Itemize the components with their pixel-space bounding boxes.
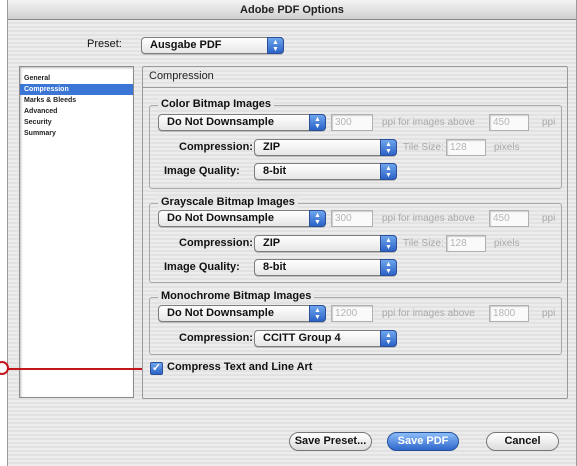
- gray-group-title: Grayscale Bitmap Images: [158, 196, 298, 208]
- gray-downsample-value: Do Not Downsample: [167, 212, 274, 224]
- color-downsample-value: Do Not Downsample: [167, 116, 274, 128]
- monochrome-bitmap-group: Monochrome Bitmap Images Do Not Downsamp…: [149, 290, 562, 355]
- gray-compression-label: Compression:: [179, 237, 253, 249]
- chevron-updown-icon: ▲ ▼: [309, 114, 326, 131]
- preset-label: Preset:: [87, 38, 122, 50]
- color-tile-label: Tile Size:: [403, 142, 444, 153]
- gray-downsample-dropdown[interactable]: Do Not Downsample ▲ ▼: [158, 210, 326, 227]
- sidebar-item-summary[interactable]: Summary: [20, 128, 133, 139]
- gray-above-field[interactable]: 450: [489, 210, 529, 227]
- color-resolution-field[interactable]: 300: [331, 114, 373, 131]
- mono-downsample-dropdown[interactable]: Do Not Downsample ▲ ▼: [158, 305, 326, 322]
- preset-value: Ausgabe PDF: [150, 39, 222, 51]
- gray-resolution-field[interactable]: 300: [331, 210, 373, 227]
- chevron-updown-icon: ▲ ▼: [380, 259, 397, 276]
- chevron-updown-icon: ▲ ▼: [380, 139, 397, 156]
- callout-line: [4, 368, 142, 370]
- gray-compression-dropdown[interactable]: ZIP ▲ ▼: [254, 235, 397, 252]
- save-preset-button[interactable]: Save Preset...: [289, 432, 372, 451]
- color-ppi-above-label: ppi for images above: [382, 117, 475, 128]
- gray-quality-value: 8-bit: [263, 261, 287, 273]
- mono-resolution-field[interactable]: 1200: [331, 305, 373, 322]
- panel-divider: [143, 87, 567, 88]
- window-title: Adobe PDF Options: [8, 0, 576, 20]
- chevron-updown-icon: ▲ ▼: [380, 330, 397, 347]
- chevron-updown-icon: ▲ ▼: [380, 235, 397, 252]
- color-ppi-unit: ppi: [542, 117, 556, 128]
- chevron-updown-icon: ▲ ▼: [380, 163, 397, 180]
- gray-tile-field[interactable]: 128: [446, 235, 486, 252]
- sidebar-item-security[interactable]: Security: [20, 117, 133, 128]
- gray-tile-label: Tile Size:: [403, 238, 444, 249]
- mono-group-title: Monochrome Bitmap Images: [158, 290, 315, 302]
- sidebar-item-marks-bleeds[interactable]: Marks & Bleeds: [20, 95, 133, 106]
- save-pdf-button[interactable]: Save PDF: [387, 432, 459, 451]
- chevron-updown-icon: ▲ ▼: [267, 37, 284, 54]
- sidebar-item-advanced[interactable]: Advanced: [20, 106, 133, 117]
- color-downsample-dropdown[interactable]: Do Not Downsample ▲ ▼: [158, 114, 326, 131]
- preset-dropdown[interactable]: Ausgabe PDF ▲ ▼: [141, 37, 284, 54]
- mono-above-field[interactable]: 1800: [489, 305, 529, 322]
- color-tile-field[interactable]: 128: [446, 139, 486, 156]
- sidebar-item-compression[interactable]: Compression: [20, 84, 133, 95]
- compress-text-checkbox[interactable]: ✓: [150, 362, 163, 375]
- gray-compression-value: ZIP: [263, 237, 281, 249]
- gray-quality-label: Image Quality:: [164, 261, 240, 273]
- color-tile-unit: pixels: [494, 142, 520, 153]
- color-quality-value: 8-bit: [263, 165, 287, 177]
- gray-tile-unit: pixels: [494, 238, 520, 249]
- sidebar-item-general[interactable]: General: [20, 73, 133, 84]
- mono-ppi-above-label: ppi for images above: [382, 308, 475, 319]
- gray-quality-dropdown[interactable]: 8-bit ▲ ▼: [254, 259, 397, 276]
- compress-text-label[interactable]: Compress Text and Line Art: [167, 361, 312, 373]
- color-compression-dropdown[interactable]: ZIP ▲ ▼: [254, 139, 397, 156]
- color-compression-value: ZIP: [263, 141, 281, 153]
- grayscale-bitmap-group: Grayscale Bitmap Images Do Not Downsampl…: [149, 196, 562, 283]
- color-quality-label: Image Quality:: [164, 165, 240, 177]
- color-compression-label: Compression:: [179, 141, 253, 153]
- mono-downsample-value: Do Not Downsample: [167, 307, 274, 319]
- dialog-window: Adobe PDF Options Preset: Ausgabe PDF ▲ ▼…: [7, 0, 577, 466]
- cancel-button[interactable]: Cancel: [486, 432, 559, 451]
- chevron-updown-icon: ▲ ▼: [309, 305, 326, 322]
- mono-compression-value: CCITT Group 4: [263, 332, 341, 344]
- sidebar: General Compression Marks & Bleeds Advan…: [19, 66, 134, 398]
- color-quality-dropdown[interactable]: 8-bit ▲ ▼: [254, 163, 397, 180]
- gray-ppi-unit: ppi: [542, 213, 556, 224]
- mono-compression-dropdown[interactable]: CCITT Group 4 ▲ ▼: [254, 330, 397, 347]
- color-above-field[interactable]: 450: [489, 114, 529, 131]
- gray-ppi-above-label: ppi for images above: [382, 213, 475, 224]
- compression-panel: Compression Color Bitmap Images Do Not D…: [142, 66, 568, 399]
- mono-ppi-unit: ppi: [542, 308, 556, 319]
- chevron-updown-icon: ▲ ▼: [309, 210, 326, 227]
- color-group-title: Color Bitmap Images: [158, 98, 275, 110]
- color-bitmap-group: Color Bitmap Images Do Not Downsample ▲ ▼…: [149, 98, 562, 189]
- panel-title: Compression: [149, 70, 214, 82]
- mono-compression-label: Compression:: [179, 332, 253, 344]
